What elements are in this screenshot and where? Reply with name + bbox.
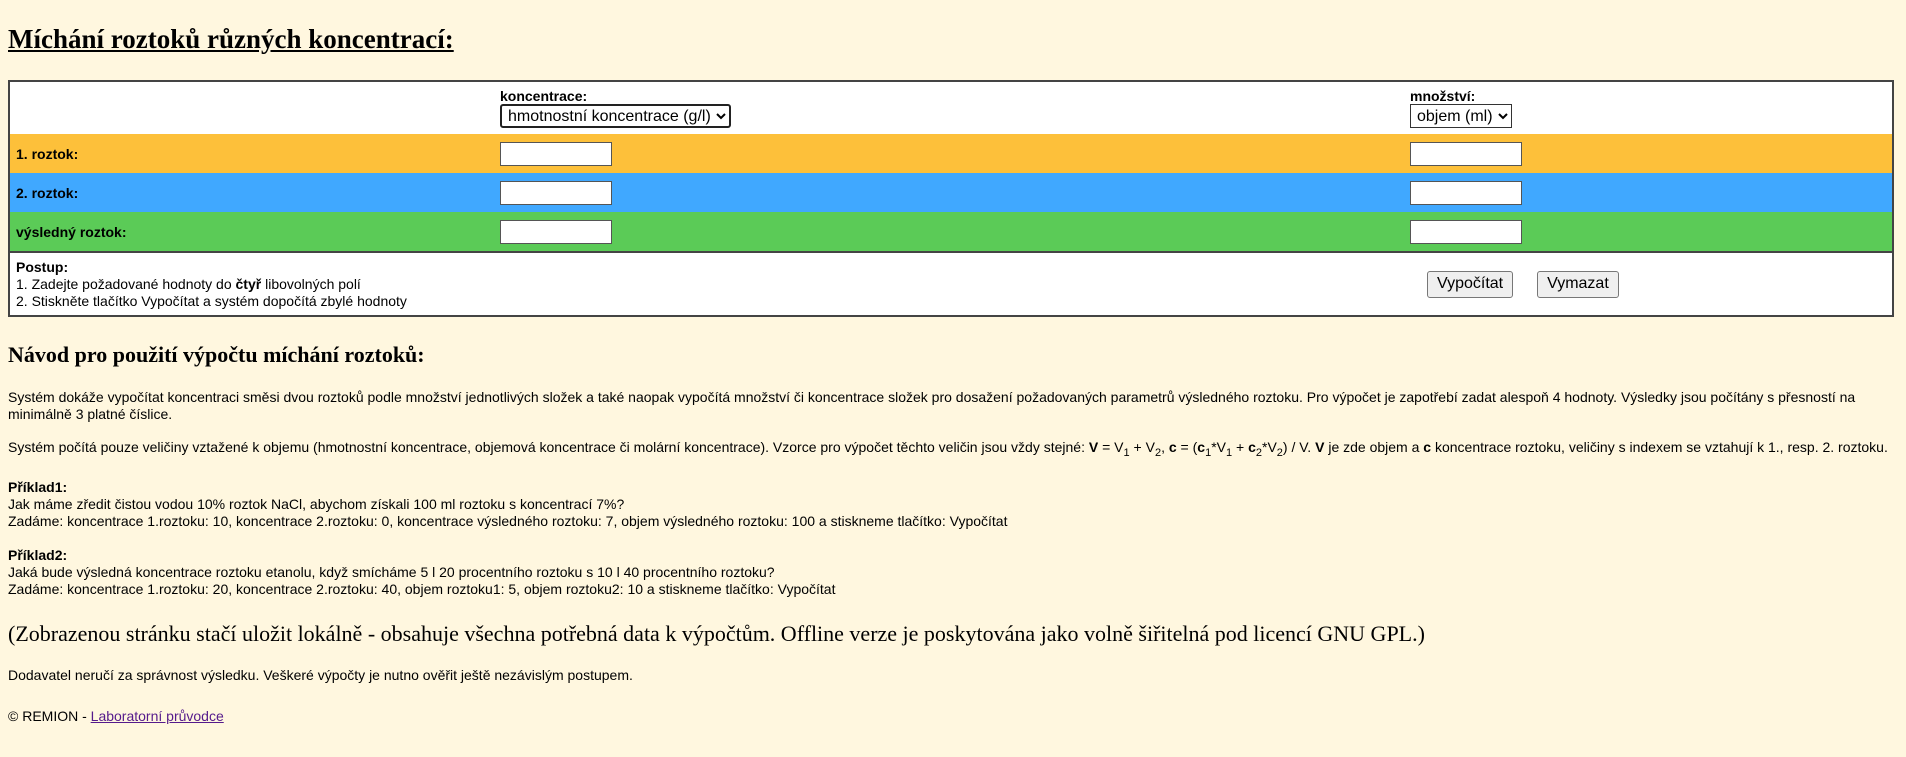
amount-type-select[interactable]: objem (ml) [1410, 104, 1512, 128]
step-1-bold: čtyř [235, 275, 262, 292]
amount-header-cell: množství: objem (ml) [1404, 81, 1893, 134]
mixing-calculator: koncentrace: hmotnostní koncentrace (g/l… [8, 80, 1894, 317]
result-concentration-cell [494, 212, 1404, 252]
formula-c: c [1423, 439, 1432, 455]
step-1: 1. Zadejte požadované hodnoty do čtyř li… [16, 276, 361, 292]
solution-2-row: 2. roztok: [9, 173, 1893, 212]
solution-1-concentration-cell [494, 134, 1404, 173]
example-2-question: Jaká bude výsledná koncentrace roztoku e… [8, 563, 775, 580]
solution-2-amount-input[interactable] [1410, 180, 1522, 205]
laboratory-guide-link[interactable]: Laboratorní průvodce [91, 708, 224, 724]
solution-2-concentration-cell [494, 173, 1404, 212]
concentration-header-cell: koncentrace: hmotnostní koncentrace (g/l… [494, 81, 1404, 134]
result-solution-label: výsledný roztok: [16, 223, 127, 240]
concentration-type-select[interactable]: hmotnostní koncentrace (g/l) [500, 104, 731, 128]
solution-2-concentration-input[interactable] [500, 180, 612, 205]
example-1-question: Jak máme zředit čistou vodou 10% roztok … [8, 495, 625, 512]
solution-1-label: 1. roztok: [16, 145, 79, 162]
example-2-answer: Zadáme: koncentrace 1.roztoku: 20, konce… [8, 580, 836, 597]
example-2-title: Příklad2: [8, 546, 68, 563]
result-concentration-input[interactable] [500, 219, 612, 244]
step-2: 2. Stiskněte tlačítko Vypočítat a systém… [16, 292, 407, 309]
amount-label: množství: [1410, 88, 1476, 104]
calculator-header-row: koncentrace: hmotnostní koncentrace (g/l… [9, 81, 1893, 134]
solution-2-label: 2. roztok: [16, 184, 79, 201]
header-empty-cell [9, 81, 494, 134]
solution-1-row: 1. roztok: [9, 134, 1893, 173]
example-1-title: Příklad1: [8, 478, 68, 495]
disclaimer: Dodavatel neručí za správnost výsledku. … [8, 666, 633, 683]
result-solution-row: výsledný roztok: [9, 212, 1893, 252]
page: Míchání roztoků různých koncentrací: kon… [0, 0, 1906, 725]
instructions-row: Postup: 1. Zadejte požadované hodnoty do… [9, 251, 1893, 316]
guide-paragraph-2: Systém počítá pouze veličiny vztažené k … [8, 439, 1898, 462]
guide-heading: Návod pro použití výpočtu míchání roztok… [8, 342, 425, 367]
paragraph-2-outro: je zde objem a [1324, 439, 1424, 455]
offline-note: (Zobrazenou stránku stačí uložit lokálně… [8, 620, 1425, 646]
example-1: Příklad1: Jak máme zředit čistou vodou 1… [8, 479, 1898, 530]
result-amount-cell [1404, 212, 1893, 252]
example-2: Příklad2: Jaká bude výsledná koncentrace… [8, 547, 1898, 598]
instructions-cell: Postup: 1. Zadejte požadované hodnoty do… [9, 251, 1404, 316]
footer-copyright: © REMION - [8, 707, 91, 724]
solution-2-amount-cell [1404, 173, 1893, 212]
clear-button[interactable]: Vymazat [1537, 270, 1619, 298]
paragraph-2-end: koncentrace roztoku, veličiny s indexem … [1431, 439, 1888, 455]
guide-paragraph-1: Systém dokáže vypočítat koncentraci směs… [8, 389, 1856, 422]
steps-title: Postup: [16, 258, 69, 275]
solution-1-amount-input[interactable] [1410, 141, 1522, 166]
paragraph-2-intro: Systém počítá pouze veličiny vztažené k … [8, 439, 1089, 455]
footer: © REMION - Laboratorní průvodce [8, 708, 1898, 725]
step-1-suffix: libovolných polí [261, 275, 361, 292]
example-1-answer: Zadáme: koncentrace 1.roztoku: 10, konce… [8, 512, 1008, 529]
concentration-label: koncentrace: [500, 88, 588, 104]
actions-cell: Vypočítat Vymazat [1404, 251, 1893, 316]
solution-1-amount-cell [1404, 134, 1893, 173]
calculate-button[interactable]: Vypočítat [1427, 270, 1514, 298]
step-1-prefix: 1. Zadejte požadované hodnoty do [16, 275, 236, 292]
page-title: Míchání roztoků různých koncentrací: [8, 24, 454, 54]
solution-1-concentration-input[interactable] [500, 141, 612, 166]
formula: V = V1 + V2, c = (c1*V1 + c2*V2) / V. V [1088, 439, 1325, 459]
result-amount-input[interactable] [1410, 219, 1522, 244]
